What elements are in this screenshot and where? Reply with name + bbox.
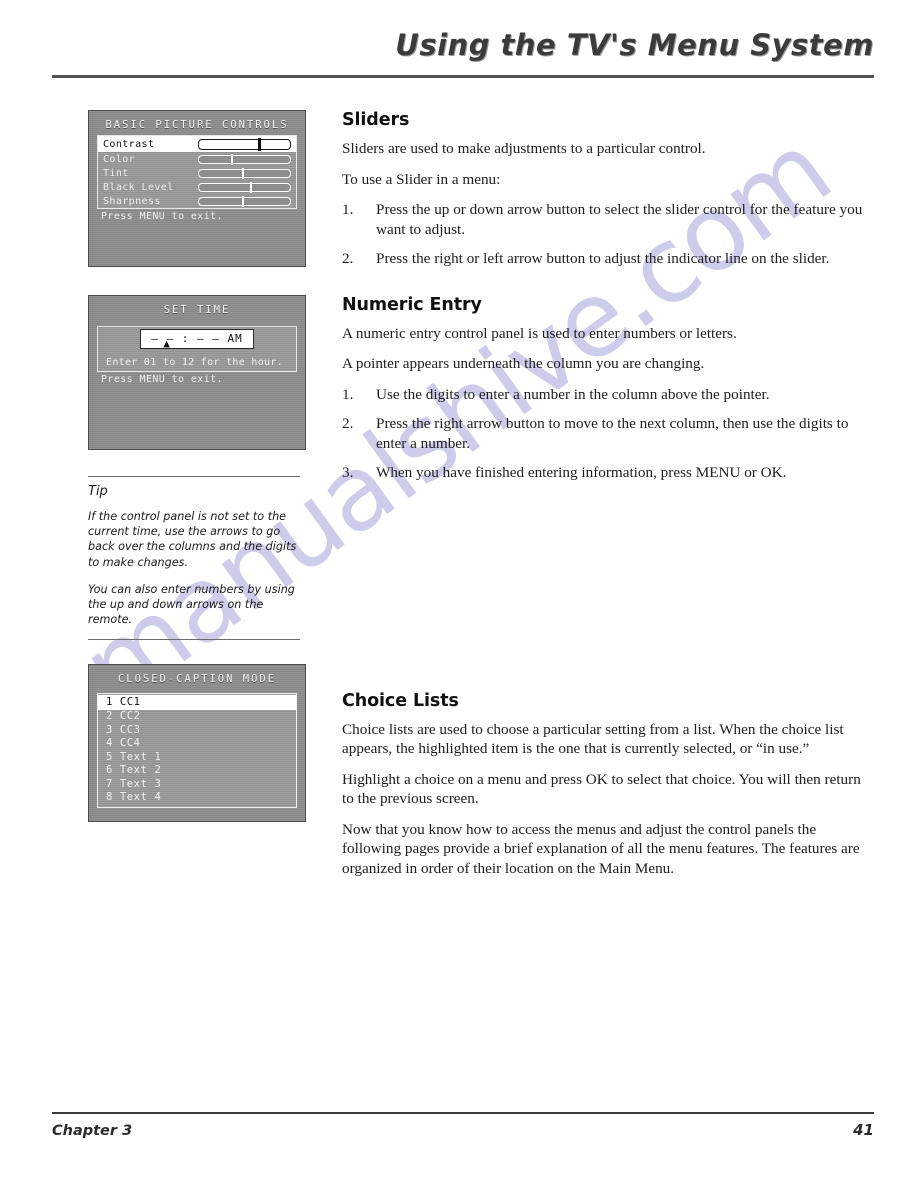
step-number: 1. (342, 385, 354, 403)
sliders-paragraph-1: Sliders are used to make adjustments to … (342, 140, 706, 157)
tip-paragraph-1: If the control panel is not set to the c… (88, 510, 297, 569)
set-time-footer: Press MENU to exit. (101, 374, 223, 385)
step-text: Press the right arrow button to move to … (376, 415, 849, 452)
list-item: 2. Press the right arrow button to move … (342, 414, 876, 453)
left-column: BASIC PICTURE CONTROLS Contrast Color Ti… (88, 110, 308, 823)
slider-label: Color (103, 153, 136, 165)
step-text: Press the right or left arrow button to … (376, 250, 830, 267)
step-text: When you have finished entering informat… (376, 464, 787, 481)
slider-row-tint[interactable]: Tint (98, 166, 296, 180)
document-page: manualshive.com Using the TV's Menu Syst… (0, 0, 918, 1188)
sliders-paragraph-2: To use a Slider in a menu: (342, 170, 501, 188)
sliders-step-list: 1. Press the up or down arrow button to … (342, 200, 876, 269)
page-footer: Chapter 3 41 (52, 1112, 874, 1139)
step-number: 2. (342, 250, 354, 267)
slider-label: Tint (103, 167, 129, 179)
basic-picture-title: BASIC PICTURE CONTROLS (105, 119, 289, 131)
slider-thumb[interactable] (241, 167, 244, 179)
slider-row-color[interactable]: Color (98, 152, 296, 166)
slider-thumb[interactable] (249, 181, 252, 193)
list-item: 1. Press the up or down arrow button to … (342, 200, 876, 239)
basic-picture-panel: Contrast Color Tint Black Level Sharpnes… (97, 135, 297, 209)
slider-track[interactable] (198, 167, 291, 179)
right-column: Sliders Sliders are used to make adjustm… (342, 110, 876, 889)
step-number: 3. (342, 464, 354, 481)
choice-lists-paragraph-3: Now that you know how to access the menu… (342, 820, 860, 877)
list-item: 1. Use the digits to enter a number in t… (342, 385, 876, 405)
tv-menu-set-time: SET TIME — — : — — AM ▲ Enter 01 to 12 f… (88, 295, 306, 450)
slider-track[interactable] (198, 195, 291, 207)
list-item[interactable]: 8 Text 4 (98, 791, 296, 805)
list-item: 3. When you have finished entering infor… (342, 463, 876, 483)
list-item: 2. Press the right or left arrow button … (342, 249, 876, 269)
numeric-entry-step-list: 1. Use the digits to enter a number in t… (342, 385, 876, 483)
closed-caption-list: 1 CC1 2 CC2 3 CC3 4 CC4 5 Text 1 6 Text … (97, 693, 297, 808)
step-number: 1. (342, 201, 354, 218)
list-item[interactable]: 7 Text 3 (98, 778, 296, 792)
list-item[interactable]: 3 CC3 (98, 724, 296, 738)
set-time-body: — — : — — AM ▲ Enter 01 to 12 for the ho… (97, 326, 297, 372)
slider-thumb[interactable] (230, 153, 233, 165)
slider-label: Black Level (103, 181, 174, 193)
slider-label: Sharpness (103, 195, 161, 207)
numeric-entry-paragraph-2: A pointer appears underneath the column … (342, 355, 705, 372)
slider-track[interactable] (198, 181, 291, 193)
footer-page-number: 41 (853, 1121, 874, 1139)
list-item[interactable]: 4 CC4 (98, 737, 296, 751)
choice-lists-paragraph-2: Highlight a choice on a menu and press O… (342, 770, 861, 808)
slider-thumb[interactable] (258, 137, 262, 151)
slider-row-contrast[interactable]: Contrast (98, 136, 296, 152)
list-item[interactable]: 6 Text 2 (98, 764, 296, 778)
tip-paragraph-2: You can also enter numbers by using the … (88, 582, 295, 627)
header-divider (52, 75, 874, 78)
step-text: Press the up or down arrow button to sel… (376, 201, 863, 238)
list-item[interactable]: 1 CC1 (98, 695, 296, 711)
footer-divider (52, 1112, 874, 1114)
step-text: Use the digits to enter a number in the … (376, 385, 770, 403)
section-heading-choice-lists: Choice Lists (342, 690, 459, 711)
choice-lists-paragraph-1: Choice lists are used to choose a partic… (342, 720, 844, 758)
numeric-entry-wrap: — — : — — AM ▲ (98, 329, 296, 349)
set-time-hint: Enter 01 to 12 for the hour. (106, 357, 283, 368)
tip-divider-top (88, 476, 300, 477)
page-title: Using the TV's Menu System (395, 28, 874, 62)
numeric-entry-paragraph-1: A numeric entry control panel is used to… (342, 324, 737, 342)
slider-row-black-level[interactable]: Black Level (98, 180, 296, 194)
numeric-entry-panel[interactable]: — — : — — AM ▲ (140, 329, 254, 350)
closed-caption-title: CLOSED-CAPTION MODE (117, 673, 277, 686)
footer-row: Chapter 3 41 (52, 1121, 874, 1139)
slider-label: Contrast (103, 138, 155, 150)
step-number: 2. (342, 415, 354, 432)
section-heading-numeric-entry: Numeric Entry (342, 294, 482, 315)
section-heading-sliders: Sliders (342, 110, 410, 130)
footer-chapter-label: Chapter 3 (52, 1123, 133, 1139)
basic-picture-footer: Press MENU to exit. (101, 211, 223, 222)
list-item[interactable]: 2 CC2 (98, 710, 296, 724)
tv-menu-basic-picture-controls: BASIC PICTURE CONTROLS Contrast Color Ti… (88, 110, 306, 267)
slider-thumb[interactable] (241, 195, 244, 207)
page-header: Using the TV's Menu System (52, 28, 874, 80)
list-item[interactable]: 5 Text 1 (98, 751, 296, 765)
slider-row-sharpness[interactable]: Sharpness (98, 194, 296, 208)
column-pointer-icon: ▲ (163, 337, 171, 350)
set-time-title: SET TIME (163, 304, 231, 316)
tip-divider-bottom (88, 639, 300, 641)
tip-block: Tip If the control panel is not set to t… (88, 476, 300, 641)
tip-heading: Tip (88, 484, 108, 499)
slider-track[interactable] (198, 137, 291, 151)
tv-menu-closed-caption-mode: CLOSED-CAPTION MODE 1 CC1 2 CC2 3 CC3 4 … (88, 664, 306, 823)
slider-track[interactable] (198, 153, 291, 165)
